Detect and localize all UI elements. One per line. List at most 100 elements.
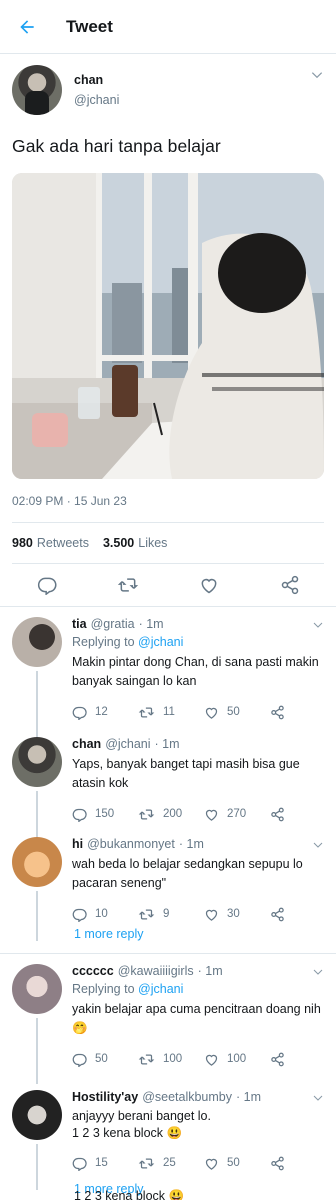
replying-to-link[interactable]: @jchani	[138, 982, 183, 996]
like-icon	[205, 707, 218, 719]
retweet-icon	[138, 1054, 155, 1064]
avatar[interactable]	[12, 617, 62, 667]
chevron-down-icon[interactable]	[312, 1092, 324, 1104]
tweet-photo[interactable]	[12, 173, 324, 479]
back-arrow-icon[interactable]	[14, 14, 40, 40]
chevron-down-icon[interactable]	[312, 966, 324, 978]
like-icon[interactable]	[198, 574, 220, 596]
tweet-author[interactable]: chan @jchani	[12, 64, 324, 116]
retweets-label[interactable]: Retweets	[37, 536, 89, 550]
author-name[interactable]: chan	[74, 73, 119, 87]
tweet-actions	[0, 564, 336, 606]
retweet-button[interactable]: 200	[138, 807, 204, 822]
reply-icon	[72, 1157, 87, 1171]
reply-author-name[interactable]: chan	[72, 737, 101, 751]
share-icon	[271, 807, 284, 821]
like-count: 100	[227, 1053, 247, 1065]
reply-count: 12	[95, 706, 108, 718]
retweet-button[interactable]: 11	[138, 705, 204, 720]
reply-actions: 50 100 100	[72, 1048, 324, 1070]
share-icon	[271, 1052, 284, 1066]
reply-time: · 1m	[138, 617, 164, 631]
share-button[interactable]	[270, 705, 293, 720]
retweet-count: 25	[163, 1157, 176, 1169]
reply-tweet[interactable]: Hostility'ay @seetalkbumby · 1m anjayyy …	[0, 1080, 336, 1190]
reply-text: wah beda lo belajar sedangkan sepupu lo …	[72, 857, 303, 890]
reply-button[interactable]: 12	[72, 705, 138, 720]
avatar[interactable]	[12, 1090, 62, 1140]
tweet-stats: 980 Retweets 3.500 Likes	[0, 523, 336, 563]
share-icon	[271, 705, 284, 719]
reply-author-handle: @jchani	[105, 737, 151, 751]
more-replies-link[interactable]: 1 more reply	[0, 915, 336, 953]
reply-text-line-2: 1 2 3 kena block 😃	[72, 1126, 183, 1140]
reply-count: 15	[95, 1157, 108, 1169]
retweet-button[interactable]: 100	[138, 1052, 204, 1067]
reply-count: 50	[95, 1053, 108, 1065]
likes-label[interactable]: Likes	[138, 536, 167, 550]
replying-prefix: Replying to	[72, 982, 135, 996]
reply-tweet[interactable]: cccccc @kawaiiiigirls · 1m Replying to @…	[0, 954, 336, 1084]
main-tweet: chan @jchani Gak ada hari tanpa belajar	[0, 54, 336, 508]
like-button[interactable]: 50	[204, 705, 270, 720]
reply-author-handle: @bukanmonyet	[87, 837, 175, 851]
like-button[interactable]: 270	[204, 807, 270, 822]
reply-author-name[interactable]: Hostility'ay	[72, 1090, 138, 1104]
like-icon	[205, 809, 218, 821]
cut-off-reply-text: 1 2 3 kena block 😃	[74, 1189, 185, 1200]
retweet-button[interactable]: 25	[138, 1156, 204, 1171]
like-button[interactable]: 50	[204, 1156, 270, 1171]
reply-icon[interactable]	[36, 574, 58, 596]
replying-prefix: Replying to	[72, 635, 135, 649]
reply-button[interactable]: 50	[72, 1052, 138, 1067]
reply-text: Makin pintar dong Chan, di sana pasti ma…	[72, 655, 319, 688]
share-icon[interactable]	[279, 574, 301, 596]
share-icon	[271, 1156, 284, 1170]
reply-time: · 1m	[178, 837, 204, 851]
like-count[interactable]: 3.500	[103, 536, 134, 550]
retweet-icon	[138, 1158, 155, 1168]
reply-author-name[interactable]: hi	[72, 837, 83, 851]
retweet-icon	[138, 707, 155, 717]
reply-tweet[interactable]: chan @jchani · 1m Yaps, banyak banget ta…	[0, 727, 336, 839]
like-count: 270	[227, 808, 247, 820]
tweet-text: Gak ada hari tanpa belajar	[12, 136, 221, 156]
reply-button[interactable]: 150	[72, 807, 138, 822]
reply-text: Yaps, banyak banget tapi masih bisa gue …	[72, 757, 300, 790]
chevron-down-icon[interactable]	[312, 619, 324, 631]
reply-count: 150	[95, 808, 115, 820]
thread-line	[36, 1018, 38, 1084]
reply-author-name[interactable]: tia	[72, 617, 87, 631]
share-button[interactable]	[270, 807, 293, 822]
avatar[interactable]	[12, 964, 62, 1014]
avatar[interactable]	[12, 65, 62, 115]
reply-tweet[interactable]: hi @bukanmonyet · 1m wah beda lo belajar…	[0, 827, 336, 941]
chevron-down-icon[interactable]	[310, 68, 324, 82]
share-button[interactable]	[270, 1052, 293, 1067]
avatar[interactable]	[12, 837, 62, 887]
top-bar: Tweet	[0, 0, 336, 54]
avatar[interactable]	[12, 737, 62, 787]
reply-time: · 1m	[236, 1090, 262, 1104]
reply-icon	[72, 1053, 87, 1067]
page-title: Tweet	[66, 16, 113, 36]
reply-actions: 150 200 270	[72, 803, 324, 825]
retweet-count: 100	[163, 1053, 183, 1065]
reply-button[interactable]: 15	[72, 1156, 138, 1171]
chevron-down-icon[interactable]	[312, 839, 324, 851]
author-handle: @jchani	[74, 93, 120, 107]
retweet-count: 11	[163, 706, 175, 718]
replying-to-link[interactable]: @jchani	[138, 635, 183, 649]
reply-author-handle: @seetalkbumby	[142, 1090, 233, 1104]
retweet-count[interactable]: 980	[12, 536, 33, 550]
share-button[interactable]	[270, 1156, 293, 1171]
retweet-icon[interactable]	[117, 574, 139, 596]
reply-tweet[interactable]: tia @gratia · 1m Replying to @jchani Mak…	[0, 607, 336, 739]
like-icon	[205, 1054, 218, 1066]
like-count: 50	[227, 706, 240, 718]
reply-author-name[interactable]: cccccc	[72, 964, 114, 978]
reply-text: yakin belajar apa cuma pencitraan doang …	[72, 1002, 321, 1035]
replying-to: Replying to @jchani	[72, 982, 324, 996]
like-button[interactable]: 100	[204, 1052, 270, 1067]
reply-author-handle: @gratia	[90, 617, 135, 631]
